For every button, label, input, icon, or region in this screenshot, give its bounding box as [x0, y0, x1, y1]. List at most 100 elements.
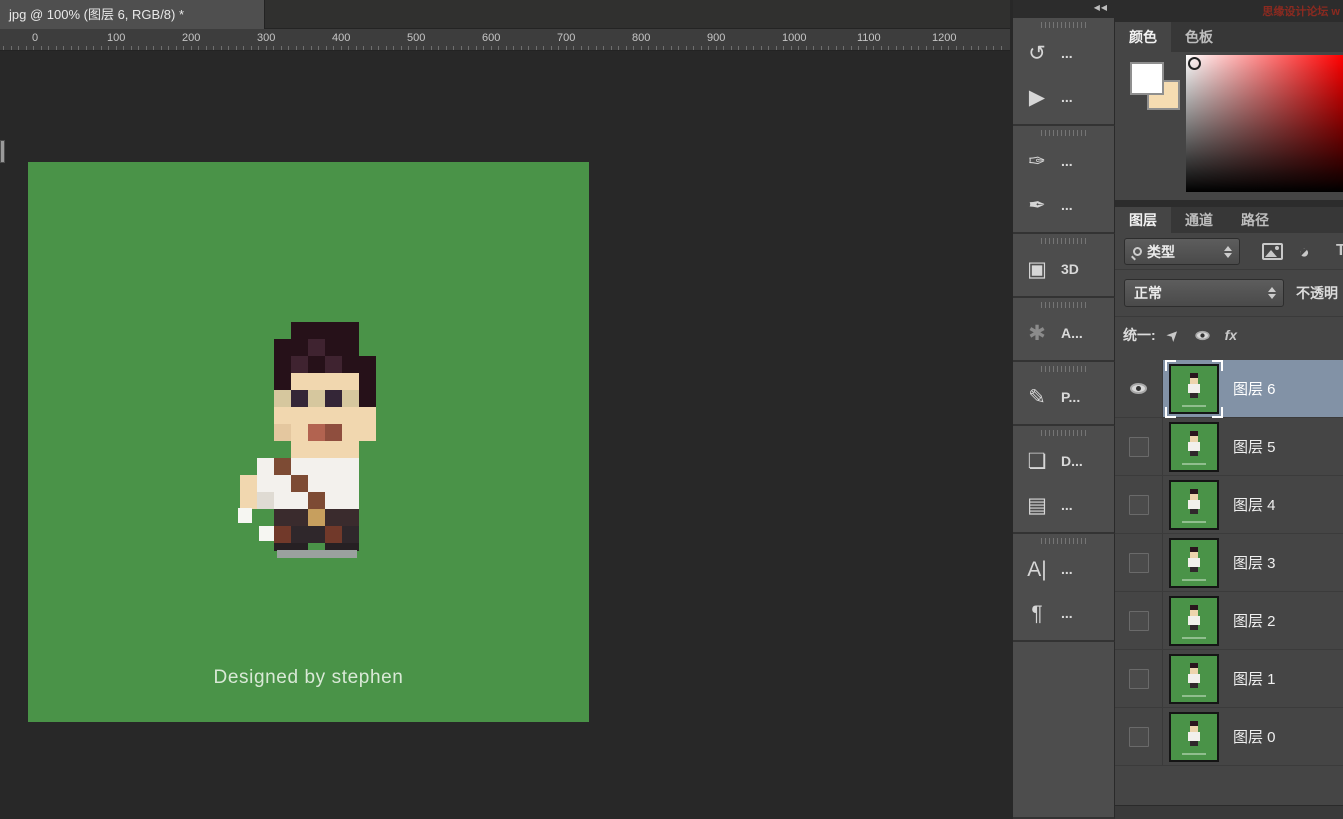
- thumb-credit-line: [1182, 405, 1206, 407]
- brush-presets-panel-button[interactable]: ✒ ...: [1013, 183, 1114, 227]
- pixel: [308, 509, 325, 526]
- layers-panel-footer: [1115, 805, 1343, 819]
- filter-pixel-layers-icon[interactable]: [1262, 243, 1283, 260]
- tab-layers[interactable]: 图层: [1115, 207, 1171, 233]
- layer-thumbnail[interactable]: [1169, 480, 1219, 530]
- layer-thumbnail[interactable]: [1169, 364, 1219, 414]
- ruler-tick: [438, 46, 439, 50]
- document-canvas[interactable]: Designed by stephen: [28, 162, 589, 722]
- ruler-tick: [468, 46, 469, 50]
- color-picker-marker[interactable]: [1188, 57, 1201, 70]
- panel-grip[interactable]: [1041, 430, 1087, 436]
- tab-paths[interactable]: 路径: [1227, 207, 1283, 233]
- layer-list: 图层 6 图层 5 图层 4: [1115, 360, 1343, 766]
- ruler-tick: [356, 46, 357, 50]
- ruler-tick: [873, 46, 874, 50]
- layer-name: 图层 3: [1233, 552, 1276, 573]
- color-panel: 颜色 色板: [1115, 22, 1343, 200]
- ruler-tick: [566, 46, 567, 50]
- panel-grip[interactable]: [1041, 366, 1087, 372]
- pixel: [359, 407, 376, 424]
- filter-type-layers-icon[interactable]: T: [1336, 242, 1343, 260]
- panel-grip[interactable]: [1041, 130, 1087, 136]
- panel-grip[interactable]: [1041, 302, 1087, 308]
- ruler-tick: [206, 46, 207, 50]
- layer-row[interactable]: 图层 6: [1115, 360, 1343, 418]
- info-panel-button[interactable]: ❏ D...: [1013, 439, 1114, 483]
- layer-row[interactable]: 图层 1: [1115, 650, 1343, 708]
- ruler-tick: [528, 46, 529, 50]
- layer-visibility-toggle[interactable]: [1115, 534, 1163, 591]
- ruler-tick: [86, 46, 87, 50]
- visibility-checkbox[interactable]: [1129, 437, 1149, 457]
- layer-row[interactable]: 图层 2: [1115, 592, 1343, 650]
- panel-grip[interactable]: [1041, 538, 1087, 544]
- layer-visibility-toggle[interactable]: [1115, 708, 1163, 765]
- paragraph-panel-button[interactable]: ¶ ...: [1013, 591, 1114, 635]
- ruler-tick: [648, 46, 649, 50]
- ruler-tick: [543, 46, 544, 50]
- tool-presets-panel-button[interactable]: ✑ ...: [1013, 139, 1114, 183]
- foreground-color-swatch[interactable]: [1130, 62, 1164, 95]
- layer-thumbnail[interactable]: [1169, 596, 1219, 646]
- layer-row[interactable]: 图层 0: [1115, 708, 1343, 766]
- ruler-tick: [918, 46, 919, 50]
- pixel: [325, 407, 342, 424]
- layer-visibility-toggle[interactable]: [1115, 360, 1163, 417]
- tab-channels[interactable]: 通道: [1171, 207, 1227, 233]
- ruler-tick: [731, 46, 732, 50]
- layer-thumbnail[interactable]: [1169, 422, 1219, 472]
- visibility-checkbox[interactable]: [1129, 727, 1149, 747]
- ruler-tick: [243, 46, 244, 50]
- panel-grip[interactable]: [1041, 238, 1087, 244]
- unify-effects-fx-icon[interactable]: fx: [1225, 327, 1237, 343]
- layer-visibility-toggle[interactable]: [1115, 592, 1163, 649]
- pixel: [325, 475, 342, 492]
- layer-visibility-toggle[interactable]: [1115, 476, 1163, 533]
- layer-filter-row: 类型 ◑ T: [1115, 233, 1343, 270]
- visibility-checkbox[interactable]: [1129, 611, 1149, 631]
- ruler-label: 800: [632, 32, 650, 44]
- pixel: [325, 390, 342, 407]
- pixel: [274, 458, 291, 475]
- pixel: [342, 424, 359, 441]
- layer-thumbnail[interactable]: [1169, 654, 1219, 704]
- pixel: [308, 322, 325, 339]
- blend-mode-dropdown[interactable]: 正常: [1124, 279, 1284, 307]
- unify-position-pin-icon[interactable]: ➤: [1164, 325, 1184, 345]
- document-tab[interactable]: jpg @ 100% (图层 6, RGB/8) *: [0, 0, 265, 29]
- unify-visibility-eye-icon[interactable]: [1195, 330, 1209, 339]
- visibility-checkbox[interactable]: [1129, 553, 1149, 573]
- layer-visibility-toggle[interactable]: [1115, 650, 1163, 707]
- ruler-tick: [453, 46, 454, 50]
- pixel: [257, 492, 274, 509]
- layer-thumbnail[interactable]: [1169, 538, 1219, 588]
- visibility-checkbox[interactable]: [1129, 495, 1149, 515]
- visibility-eye-icon[interactable]: [1130, 383, 1147, 394]
- layer-filter-dropdown[interactable]: 类型: [1124, 238, 1240, 265]
- tab-swatches[interactable]: 色板: [1171, 22, 1227, 52]
- collapse-panels-icon[interactable]: ◀◀: [1094, 3, 1108, 12]
- tab-color[interactable]: 颜色: [1115, 22, 1171, 52]
- 3d-panel-button[interactable]: ▣ 3D: [1013, 247, 1114, 291]
- filter-adjustment-layers-icon[interactable]: ◑: [1293, 241, 1316, 264]
- ruler-tick: [911, 46, 912, 50]
- layer-row[interactable]: 图层 4: [1115, 476, 1343, 534]
- layer-row[interactable]: 图层 5: [1115, 418, 1343, 476]
- layer-thumbnail[interactable]: [1169, 712, 1219, 762]
- panel-grip[interactable]: [1041, 22, 1087, 28]
- visibility-checkbox[interactable]: [1129, 669, 1149, 689]
- layer-row[interactable]: 图层 3: [1115, 534, 1343, 592]
- generator-panel-button[interactable]: ✱ A...: [1013, 311, 1114, 355]
- ruler-tick: [701, 46, 702, 50]
- materials-panel-button[interactable]: ▤ ...: [1013, 483, 1114, 527]
- actions-panel-button[interactable]: ▶ ...: [1013, 75, 1114, 119]
- layer-thumbnail-image: [1169, 712, 1219, 762]
- character-panel-button[interactable]: A| ...: [1013, 547, 1114, 591]
- character-icon: A|: [1022, 559, 1052, 580]
- color-picker-gradient[interactable]: [1186, 55, 1343, 192]
- ruler-tick: [693, 46, 694, 50]
- measurement-log-panel-button[interactable]: ✎ P...: [1013, 375, 1114, 419]
- history-panel-button[interactable]: ↺ ...: [1013, 31, 1114, 75]
- layer-visibility-toggle[interactable]: [1115, 418, 1163, 475]
